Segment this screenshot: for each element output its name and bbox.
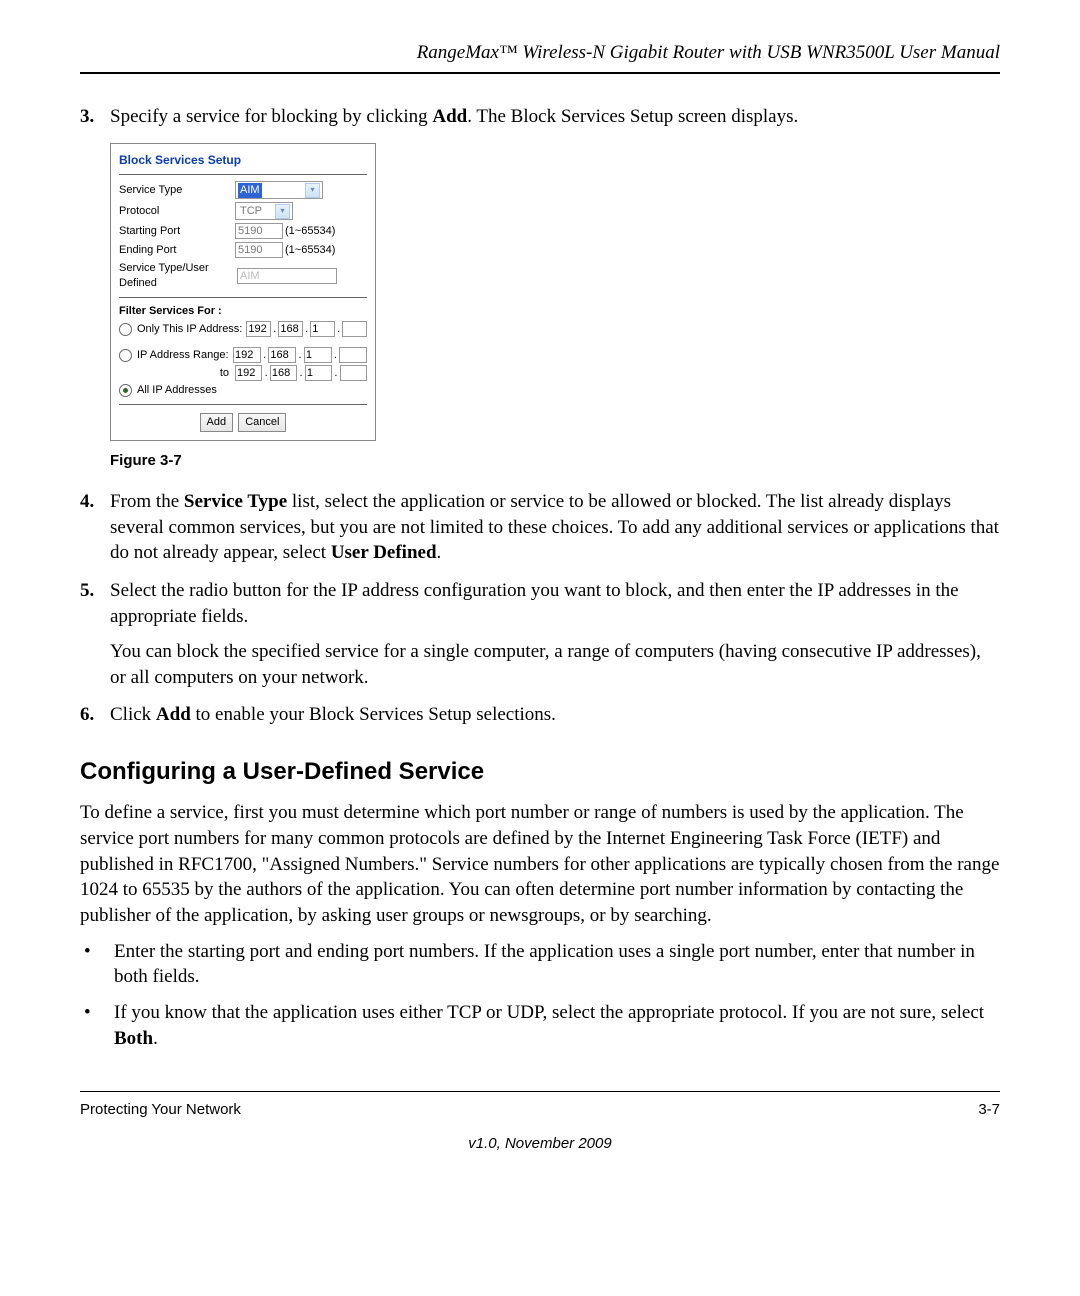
radio-range-label: IP Address Range: — [137, 348, 229, 363]
step-3-number: 3. — [80, 104, 110, 130]
ip-to-4[interactable] — [340, 365, 367, 381]
chevron-down-icon: ▾ — [275, 204, 290, 219]
footer-rule — [80, 1091, 1000, 1092]
to-label: to — [119, 366, 233, 381]
step-4-number: 4. — [80, 489, 110, 566]
input-starting-port[interactable]: 5190 — [235, 223, 283, 239]
cancel-button[interactable]: Cancel — [238, 413, 286, 432]
bullet-2-t1: If you know that the application uses ei… — [114, 1002, 984, 1023]
radio-icon — [119, 349, 132, 362]
add-button[interactable]: Add — [200, 413, 234, 432]
footer-row: Protecting Your Network 3-7 — [80, 1100, 1000, 1120]
ip-from-1[interactable]: 192 — [233, 347, 261, 363]
range-starting-port: (1~65534) — [285, 224, 335, 239]
row-protocol: Protocol TCP ▾ — [119, 202, 367, 220]
bullet-2-t2: . — [153, 1028, 158, 1049]
filter-heading: Filter Services For : — [119, 304, 367, 319]
select-protocol-value: TCP — [238, 204, 264, 219]
ip-only-4[interactable] — [342, 321, 367, 337]
step-3: 3. Specify a service for blocking by cli… — [80, 104, 1000, 130]
footer-version: v1.0, November 2009 — [80, 1134, 1000, 1154]
bullet-1: • Enter the starting port and ending por… — [80, 939, 1000, 990]
step-4-b1: Service Type — [184, 491, 287, 512]
step-3-pre: Specify a service for blocking by clicki… — [110, 106, 432, 127]
row-ending-port: Ending Port 5190 (1~65534) — [119, 242, 367, 258]
panel-title: Block Services Setup — [119, 152, 367, 168]
radio-icon — [119, 323, 132, 336]
input-ending-port[interactable]: 5190 — [235, 242, 283, 258]
row-user-defined: Service Type/User Defined AIM — [119, 261, 367, 291]
step-5: 5. Select the radio button for the IP ad… — [80, 578, 1000, 691]
step-6-b1: Add — [156, 704, 191, 725]
radio-all-label: All IP Addresses — [137, 383, 217, 398]
radio-icon — [119, 384, 132, 397]
select-service-type-value: AIM — [238, 183, 262, 198]
page-header-title: RangeMax™ Wireless-N Gigabit Router with… — [80, 40, 1000, 66]
block-services-setup-panel: Block Services Setup Service Type AIM ▾ … — [110, 143, 376, 440]
footer-left: Protecting Your Network — [80, 1100, 241, 1120]
panel-divider-2 — [119, 297, 367, 298]
ip-to-1[interactable]: 192 — [235, 365, 262, 381]
step-4-b2: User Defined — [331, 542, 437, 563]
figure-caption: Figure 3-7 — [110, 451, 1000, 471]
bullet-2: • If you know that the application uses … — [80, 1000, 1000, 1051]
select-protocol[interactable]: TCP ▾ — [235, 202, 293, 220]
step-4-t1: From the — [110, 491, 184, 512]
footer-right: 3-7 — [978, 1100, 1000, 1120]
bullet-2-text: If you know that the application uses ei… — [114, 1000, 1000, 1051]
ip-range-to-row: to 192. 168. 1. — [119, 365, 367, 381]
label-service-type: Service Type — [119, 183, 235, 198]
ip-only-3[interactable]: 1 — [310, 321, 335, 337]
step-5-number: 5. — [80, 578, 110, 691]
radio-only-label: Only This IP Address: — [137, 322, 242, 337]
step-3-post: . The Block Services Setup screen displa… — [467, 106, 798, 127]
row-starting-port: Starting Port 5190 (1~65534) — [119, 223, 367, 239]
step-6: 6. Click Add to enable your Block Servic… — [80, 702, 1000, 728]
step-4: 4. From the Service Type list, select th… — [80, 489, 1000, 566]
select-service-type[interactable]: AIM ▾ — [235, 181, 323, 199]
section-paragraph: To define a service, first you must dete… — [80, 800, 1000, 928]
step-6-text: Click Add to enable your Block Services … — [110, 702, 1000, 728]
header-rule — [80, 72, 1000, 74]
step-6-t2: to enable your Block Services Setup sele… — [191, 704, 556, 725]
chevron-down-icon: ▾ — [305, 183, 320, 198]
bullet-2-b1: Both — [114, 1028, 153, 1049]
step-5-p2: You can block the specified service for … — [110, 639, 1000, 690]
step-6-t1: Click — [110, 704, 156, 725]
panel-divider-3 — [119, 404, 367, 405]
row-service-type: Service Type AIM ▾ — [119, 181, 367, 199]
section-heading: Configuring a User-Defined Service — [80, 756, 1000, 788]
radio-only-this-ip[interactable]: Only This IP Address: 192. 168. 1. — [119, 321, 367, 337]
ip-from-2[interactable]: 168 — [268, 347, 296, 363]
label-protocol: Protocol — [119, 204, 235, 219]
figure-3-7: Block Services Setup Service Type AIM ▾ … — [110, 143, 1000, 440]
ip-only-2[interactable]: 168 — [278, 321, 303, 337]
step-3-add: Add — [432, 106, 467, 127]
step-5-text: Select the radio button for the IP addre… — [110, 578, 1000, 691]
label-user-defined: Service Type/User Defined — [119, 261, 237, 291]
step-4-t3: . — [437, 542, 442, 563]
step-3-text: Specify a service for blocking by clicki… — [110, 104, 1000, 130]
panel-button-row: Add Cancel — [119, 413, 367, 432]
ip-to-2[interactable]: 168 — [270, 365, 297, 381]
bullet-icon: • — [80, 939, 114, 990]
step-5-p1: Select the radio button for the IP addre… — [110, 578, 1000, 629]
step-6-number: 6. — [80, 702, 110, 728]
ip-from-3[interactable]: 1 — [304, 347, 332, 363]
range-ending-port: (1~65534) — [285, 243, 335, 258]
ip-to-3[interactable]: 1 — [305, 365, 332, 381]
panel-divider-1 — [119, 174, 367, 175]
label-ending-port: Ending Port — [119, 243, 235, 258]
radio-ip-range[interactable]: IP Address Range: 192. 168. 1. — [119, 347, 367, 363]
ip-only-1[interactable]: 192 — [246, 321, 271, 337]
bullet-1-text: Enter the starting port and ending port … — [114, 939, 1000, 990]
ip-from-4[interactable] — [339, 347, 367, 363]
radio-all-ip[interactable]: All IP Addresses — [119, 383, 367, 398]
step-4-text: From the Service Type list, select the a… — [110, 489, 1000, 566]
bullet-icon: • — [80, 1000, 114, 1051]
label-starting-port: Starting Port — [119, 224, 235, 239]
input-user-defined[interactable]: AIM — [237, 268, 337, 284]
